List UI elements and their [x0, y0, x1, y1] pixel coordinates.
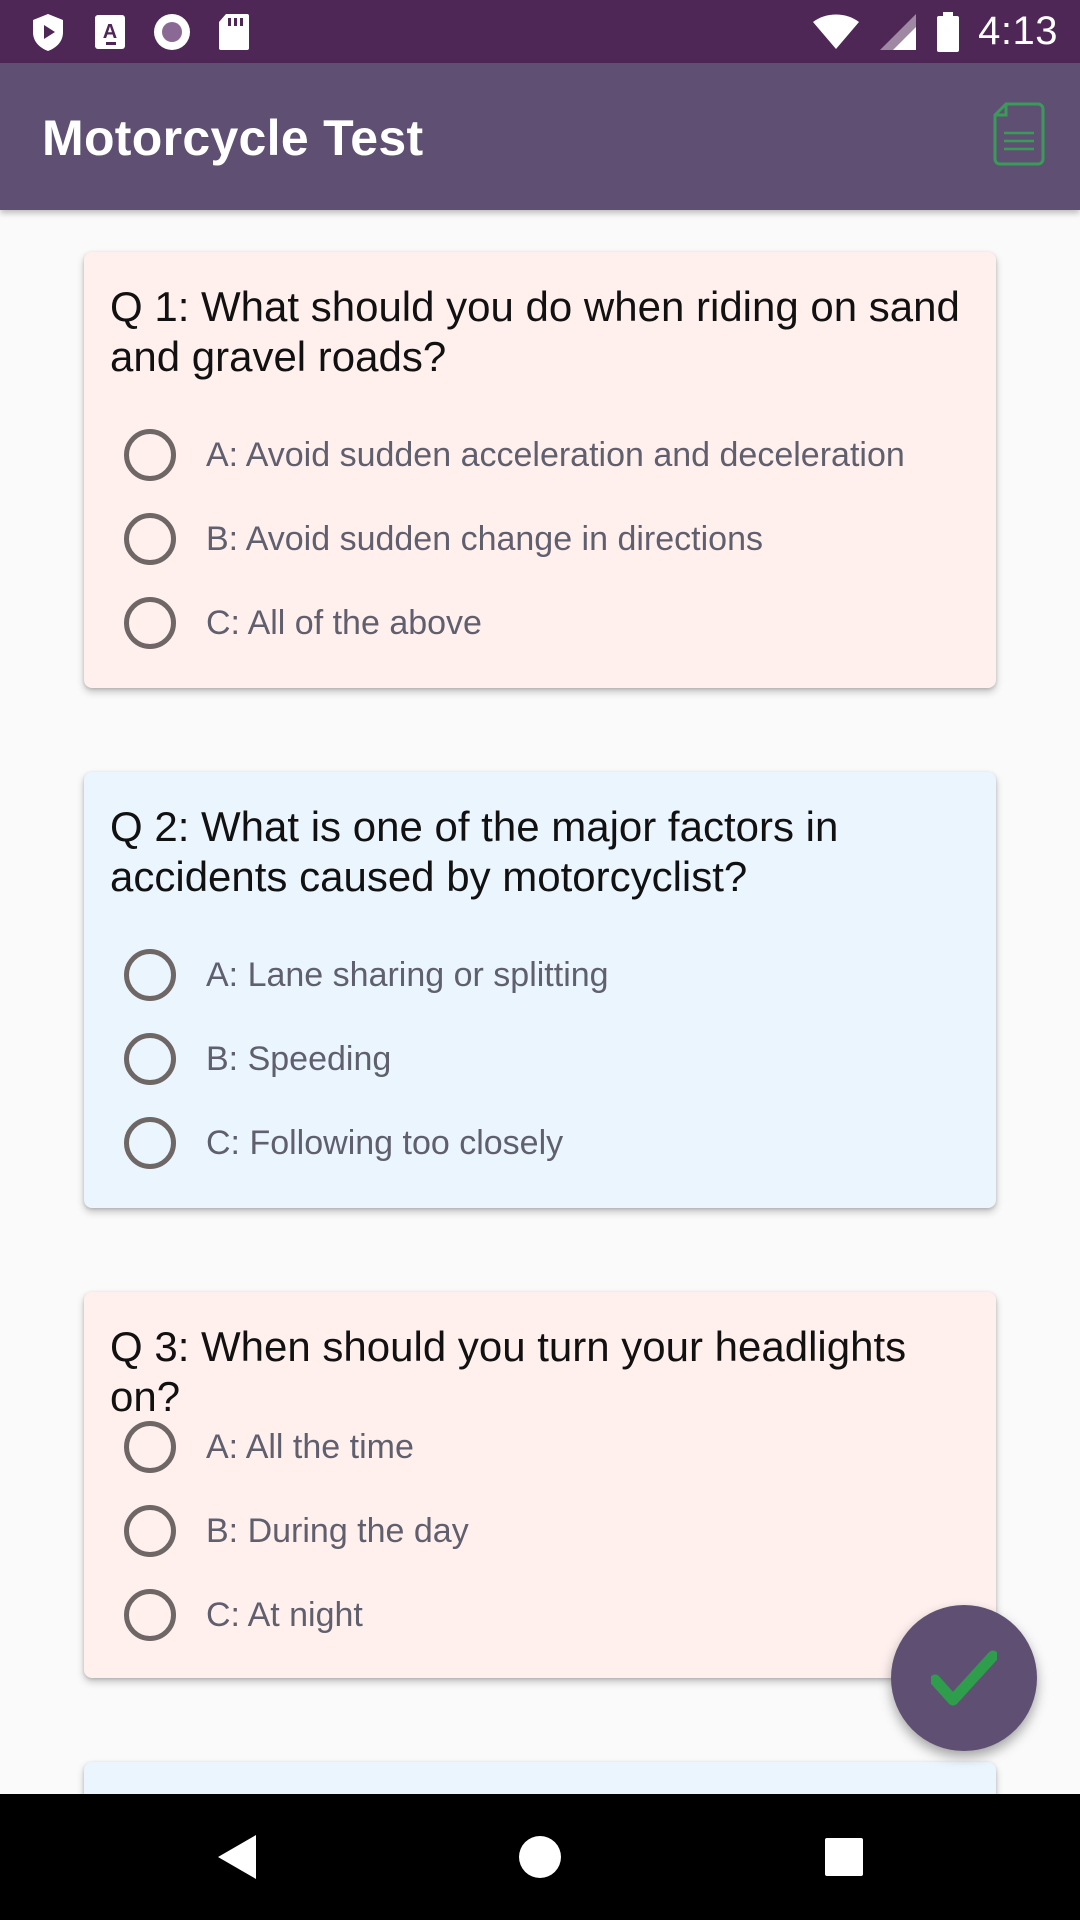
option-label: C: Following too closely — [206, 1123, 564, 1162]
option-label: C: At night — [206, 1595, 363, 1634]
option-label: A: Lane sharing or splitting — [206, 955, 609, 994]
option-label: B: Avoid sudden change in directions — [206, 519, 763, 558]
submit-fab[interactable] — [891, 1605, 1037, 1751]
home-button[interactable] — [510, 1827, 570, 1887]
recents-button[interactable] — [814, 1827, 874, 1887]
radio-button[interactable] — [124, 1421, 176, 1473]
home-icon — [519, 1836, 561, 1878]
svg-text:A: A — [103, 21, 117, 43]
question-card-1: Q 1: What should you do when riding on s… — [84, 252, 996, 688]
a-notification-icon: A — [90, 12, 130, 52]
option-b[interactable]: B: Speeding — [124, 1024, 976, 1094]
status-bar: A 4:13 — [0, 0, 1080, 63]
question-card-2: Q 2: What is one of the major factors in… — [84, 772, 996, 1208]
option-label: A: Avoid sudden acceleration and deceler… — [206, 435, 905, 474]
status-time: 4:13 — [978, 9, 1058, 53]
radio-button[interactable] — [124, 1117, 176, 1169]
question-text: Q 2: What is one of the major factors in… — [110, 803, 839, 900]
cell-signal-icon — [878, 12, 918, 52]
radio-button[interactable] — [124, 429, 176, 481]
wifi-icon — [812, 12, 860, 52]
document-button[interactable] — [992, 101, 1046, 167]
question-card-4 — [84, 1762, 996, 1794]
question-text: Q 1: What should you do when riding on s… — [110, 283, 960, 380]
question-list[interactable]: Q 1: What should you do when riding on s… — [0, 210, 1080, 1794]
document-icon — [993, 102, 1045, 166]
option-a[interactable]: A: All the time — [124, 1412, 976, 1482]
option-c[interactable]: C: Following too closely — [124, 1108, 976, 1178]
recents-icon — [825, 1838, 863, 1876]
option-b[interactable]: B: During the day — [124, 1496, 976, 1566]
radio-button[interactable] — [124, 513, 176, 565]
sd-card-icon — [214, 12, 254, 52]
radio-button[interactable] — [124, 949, 176, 1001]
battery-icon — [936, 11, 960, 52]
checkmark-icon — [931, 1650, 997, 1706]
record-icon — [152, 12, 192, 52]
app-title: Motorcycle Test — [42, 110, 424, 166]
option-label: B: During the day — [206, 1511, 469, 1550]
radio-button[interactable] — [124, 597, 176, 649]
option-a[interactable]: A: Avoid sudden acceleration and deceler… — [124, 420, 976, 490]
app-bar: Motorcycle Test — [0, 63, 1080, 210]
radio-button[interactable] — [124, 1033, 176, 1085]
back-button[interactable] — [206, 1827, 266, 1887]
option-a[interactable]: A: Lane sharing or splitting — [124, 940, 976, 1010]
navigation-bar — [0, 1794, 1080, 1920]
option-label: C: All of the above — [206, 603, 482, 642]
play-protect-icon — [28, 12, 68, 52]
option-c[interactable]: C: All of the above — [124, 588, 976, 658]
question-card-3: Q 3: When should you turn your headlight… — [84, 1292, 996, 1678]
radio-button[interactable] — [124, 1505, 176, 1557]
question-text: Q 3: When should you turn your headlight… — [110, 1323, 907, 1420]
option-label: B: Speeding — [206, 1039, 392, 1078]
option-b[interactable]: B: Avoid sudden change in directions — [124, 504, 976, 574]
radio-button[interactable] — [124, 1589, 176, 1641]
option-label: A: All the time — [206, 1427, 414, 1466]
back-icon — [218, 1835, 256, 1879]
option-c[interactable]: C: At night — [124, 1580, 976, 1650]
